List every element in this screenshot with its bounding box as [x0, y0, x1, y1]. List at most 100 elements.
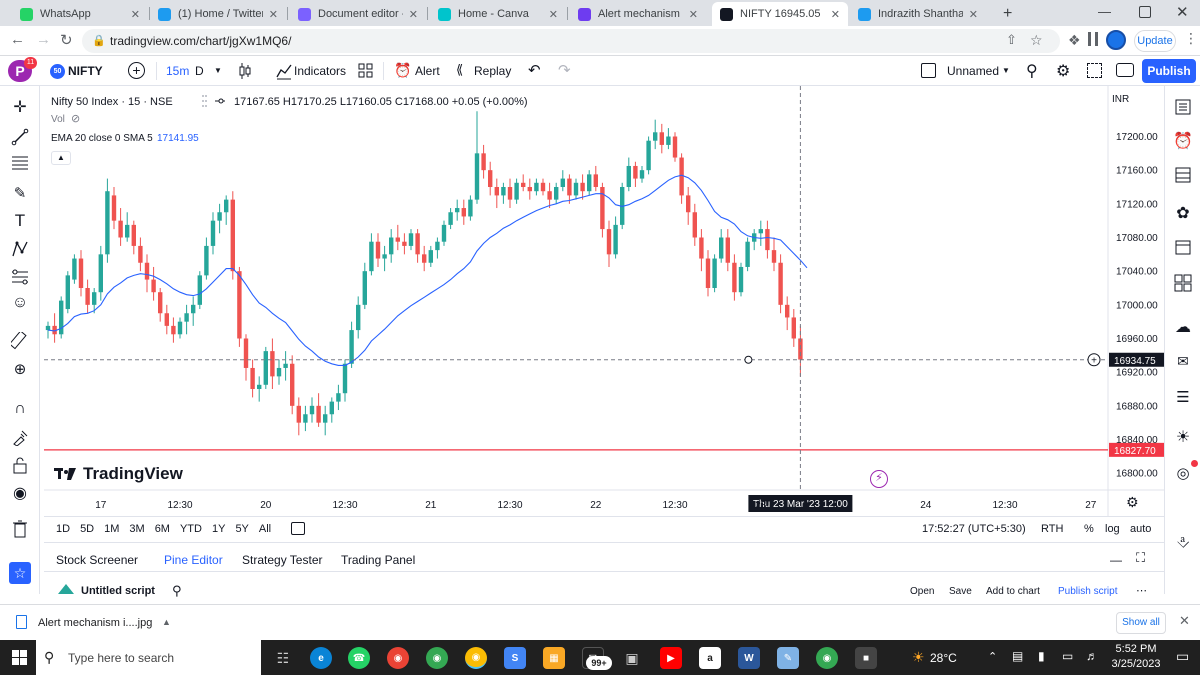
candle-body[interactable] [224, 199, 229, 213]
indicators-button[interactable]: Indicators [294, 64, 346, 78]
range-button[interactable]: All [259, 523, 271, 535]
share-icon[interactable]: ⇧ [1006, 32, 1017, 48]
crosshair-cursor-icon[interactable]: ✛ [9, 96, 31, 118]
lock-drawing-icon[interactable] [9, 426, 31, 448]
browser-tab[interactable]: (1) Home / Twitter ✕ [150, 2, 286, 26]
script-search-icon[interactable]: ⚲ [172, 583, 182, 599]
candle-body[interactable] [105, 191, 110, 255]
candle-body[interactable] [587, 174, 592, 192]
candle-body[interactable] [210, 220, 216, 246]
candle-body[interactable] [712, 258, 717, 288]
help-icon[interactable]: ⎀ [1172, 532, 1194, 554]
chart-area[interactable]: 16827.70 16934.75 + Thu 23 Mar '23 12:00 16… [44, 86, 1164, 516]
ideas-icon[interactable] [1172, 272, 1194, 294]
candle-body[interactable] [276, 367, 282, 377]
candle-body[interactable] [461, 208, 466, 217]
candle-body[interactable] [369, 241, 374, 272]
s-app-icon[interactable]: S [504, 647, 526, 669]
calendar-icon[interactable] [1172, 236, 1194, 258]
edge-icon[interactable]: e [310, 647, 332, 669]
candle-body[interactable] [613, 224, 618, 255]
candle-body[interactable] [78, 258, 84, 288]
reload-icon[interactable]: ↻ [60, 31, 73, 49]
taskbar-search-box[interactable]: ⚲ Type here to search [36, 640, 261, 675]
session-rth[interactable]: RTH [1041, 523, 1063, 535]
candle-body[interactable] [131, 224, 136, 246]
window-restore-button[interactable] [1139, 6, 1151, 18]
tray-volume-icon[interactable]: ♬ [1086, 649, 1098, 663]
tray-network-icon[interactable]: ▮ [1038, 649, 1045, 663]
chart-settings-gear-icon[interactable]: ⚙ [1126, 494, 1139, 511]
browser-tab[interactable]: NIFTY 16945.05 ▼ −0 ✕ [712, 2, 848, 26]
candle-body[interactable] [184, 313, 189, 322]
range-button[interactable]: 1D [56, 523, 70, 535]
candle-body[interactable] [428, 250, 433, 263]
candle-body[interactable] [507, 187, 513, 200]
candle-body[interactable] [151, 279, 156, 293]
camera-icon[interactable] [1116, 63, 1134, 77]
candle-body[interactable] [758, 229, 763, 234]
download-filename[interactable]: Alert mechanism i....jpg [38, 617, 152, 629]
tab-close-icon[interactable]: ✕ [131, 8, 140, 21]
add-to-chart-button[interactable]: Add to chart [986, 586, 1040, 597]
magnet-icon[interactable]: ∩ [9, 398, 31, 420]
candle-body[interactable] [309, 405, 315, 415]
volume-label[interactable]: Vol [51, 114, 65, 125]
alert-button[interactable]: Alert [415, 64, 440, 78]
sidebar-icon[interactable] [1088, 32, 1098, 46]
candle-body[interactable] [481, 153, 486, 171]
candle-body[interactable] [474, 153, 480, 200]
bulb-icon[interactable]: ☀ [1172, 426, 1194, 448]
save-script-button[interactable]: Save [949, 586, 972, 597]
file-explorer-icon[interactable]: ▦ [543, 647, 565, 669]
youtube-icon[interactable]: ▶ [660, 647, 682, 669]
ema-legend-label[interactable]: EMA 20 close 0 SMA 5 [51, 133, 153, 144]
candle-body[interactable] [686, 195, 691, 213]
window-minimize-button[interactable]: — [1098, 4, 1111, 19]
candle-body[interactable] [633, 165, 638, 179]
ruler-icon[interactable] [9, 330, 31, 352]
candle-body[interactable] [362, 271, 367, 305]
back-icon[interactable]: ← [10, 31, 25, 48]
hotlist-flame-icon[interactable]: ✿ [1172, 202, 1194, 224]
candle-body[interactable] [356, 304, 361, 331]
forward-icon[interactable]: → [36, 31, 51, 48]
tray-clock-time[interactable]: 5:52 PM [1110, 643, 1162, 655]
layout-dropdown-icon[interactable]: ▼ [1002, 66, 1010, 75]
window-close-button[interactable]: ✕ [1176, 3, 1189, 21]
search-icon[interactable]: ⚲ [1026, 61, 1038, 81]
candle-body[interactable] [725, 237, 730, 263]
candle-body[interactable] [593, 174, 598, 187]
candle-body[interactable] [177, 321, 183, 335]
symbol-search[interactable]: NIFTY [68, 64, 103, 78]
photos-icon[interactable]: ■ [855, 647, 877, 669]
replay-icon[interactable]: ⟪ [456, 62, 463, 78]
candle-body[interactable] [111, 195, 117, 221]
candle-body[interactable] [323, 414, 328, 423]
candle-body[interactable] [547, 191, 552, 200]
range-button[interactable]: 5Y [235, 523, 248, 535]
maximize-panel-icon[interactable]: ⛶ [1136, 550, 1145, 566]
candle-body[interactable] [257, 384, 262, 389]
range-button[interactable]: 1M [104, 523, 119, 535]
browser-tab[interactable]: Document editor - Ja ✕ [290, 2, 426, 26]
candle-body[interactable] [164, 313, 169, 326]
browser-tab[interactable]: Alert mechanism in tr ✕ [570, 2, 706, 26]
trend-line-icon[interactable] [9, 126, 31, 148]
fullscreen-icon[interactable] [1087, 63, 1102, 78]
candle-body[interactable] [719, 237, 724, 259]
profile-avatar[interactable] [1106, 30, 1126, 50]
chrome-alt-icon[interactable]: ◉ [816, 647, 838, 669]
candle-body[interactable] [204, 245, 209, 276]
candle-body[interactable] [560, 178, 565, 187]
candle-body[interactable] [389, 237, 394, 255]
candle-body[interactable] [230, 199, 235, 272]
settings-gear-icon[interactable]: ⚙ [1056, 61, 1070, 81]
url-input[interactable]: 🔒 tradingview.com/chart/jgXw1MQ6/ ⇧ ☆ [82, 29, 1060, 53]
candle-body[interactable] [250, 367, 255, 389]
amazon-icon[interactable]: a [699, 647, 721, 669]
tab-close-icon[interactable]: ✕ [689, 8, 698, 21]
replay-button[interactable]: Replay [474, 64, 511, 78]
tray-clock-date[interactable]: 3/25/2023 [1108, 658, 1164, 670]
candle-body[interactable] [144, 262, 150, 280]
